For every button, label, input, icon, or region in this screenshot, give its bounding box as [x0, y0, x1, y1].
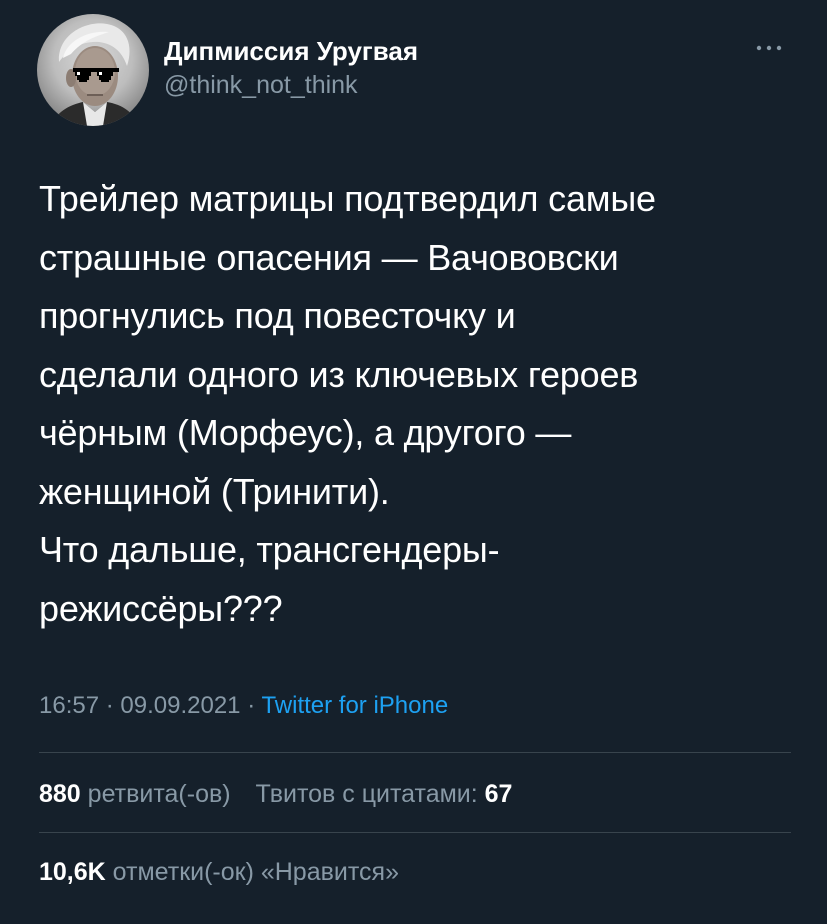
tweet-text-line: Трейлер матрицы подтвердил самые [39, 178, 656, 219]
avatar[interactable] [37, 14, 149, 126]
tweet-text-line: Что дальше, трансгендеры- [39, 529, 500, 570]
avatar-portrait-icon [51, 23, 139, 126]
tweet-date[interactable]: 09.09.2021 [120, 692, 240, 719]
meta-separator: · [247, 692, 256, 719]
tweet-header: Дипмиссия Уругвая @think_not_think [37, 14, 797, 126]
author-names: Дипмиссия Уругвая @think_not_think [164, 36, 418, 100]
tweet-source-link[interactable]: Twitter for iPhone [261, 692, 448, 719]
more-dots-icon [756, 45, 782, 51]
author-handle[interactable]: @think_not_think [164, 70, 418, 100]
more-horizontal-icon[interactable] [751, 36, 787, 60]
tweet-text-line: прогнулись под повесточку и [39, 295, 516, 336]
likes-stat[interactable]: 10,6K отметки(-ок) «Нравится» [39, 856, 399, 888]
tweet-text-line: страшные опасения — Вачововски [39, 236, 619, 278]
quotes-count: 67 [484, 780, 513, 808]
tweet-text-line: режиссёры??? [39, 587, 283, 629]
tweet-text-line: сделали одного из ключевых героев [39, 353, 639, 395]
likes-label: отметки(-ок) «Нравится» [112, 858, 399, 886]
retweets-count: 880 [39, 780, 81, 808]
likes-count: 10,6K [39, 858, 106, 886]
author-display-name[interactable]: Дипмиссия Уругвая [164, 36, 418, 66]
engagement-row-likes: 10,6K отметки(-ок) «Нравится» [39, 856, 399, 888]
quotes-label: Твитов с цитатами: [255, 780, 478, 808]
tweet-metadata: 16:57 · 09.09.2021 · Twitter for iPhone [39, 690, 448, 722]
divider [39, 752, 791, 753]
engagement-row-retweets: 880 ретвита(-ов) Твитов с цитатами: 67 [39, 778, 512, 810]
tweet-detail: Дипмиссия Уругвая @think_not_think Трейл… [0, 0, 827, 924]
tweet-time[interactable]: 16:57 [39, 692, 99, 719]
retweets-stat[interactable]: 880 ретвита(-ов) [39, 778, 231, 810]
tweet-text-line: чёрным (Морфеус), а другого — [39, 412, 572, 453]
retweets-label: ретвита(-ов) [87, 780, 231, 808]
divider [39, 832, 791, 833]
meta-separator: · [105, 692, 114, 719]
tweet-text-line: женщиной (Тринити). [39, 470, 390, 512]
quotes-stat[interactable]: Твитов с цитатами: 67 [256, 778, 513, 810]
tweet-text: Трейлер матрицы подтвердил самые страшны… [39, 170, 799, 638]
